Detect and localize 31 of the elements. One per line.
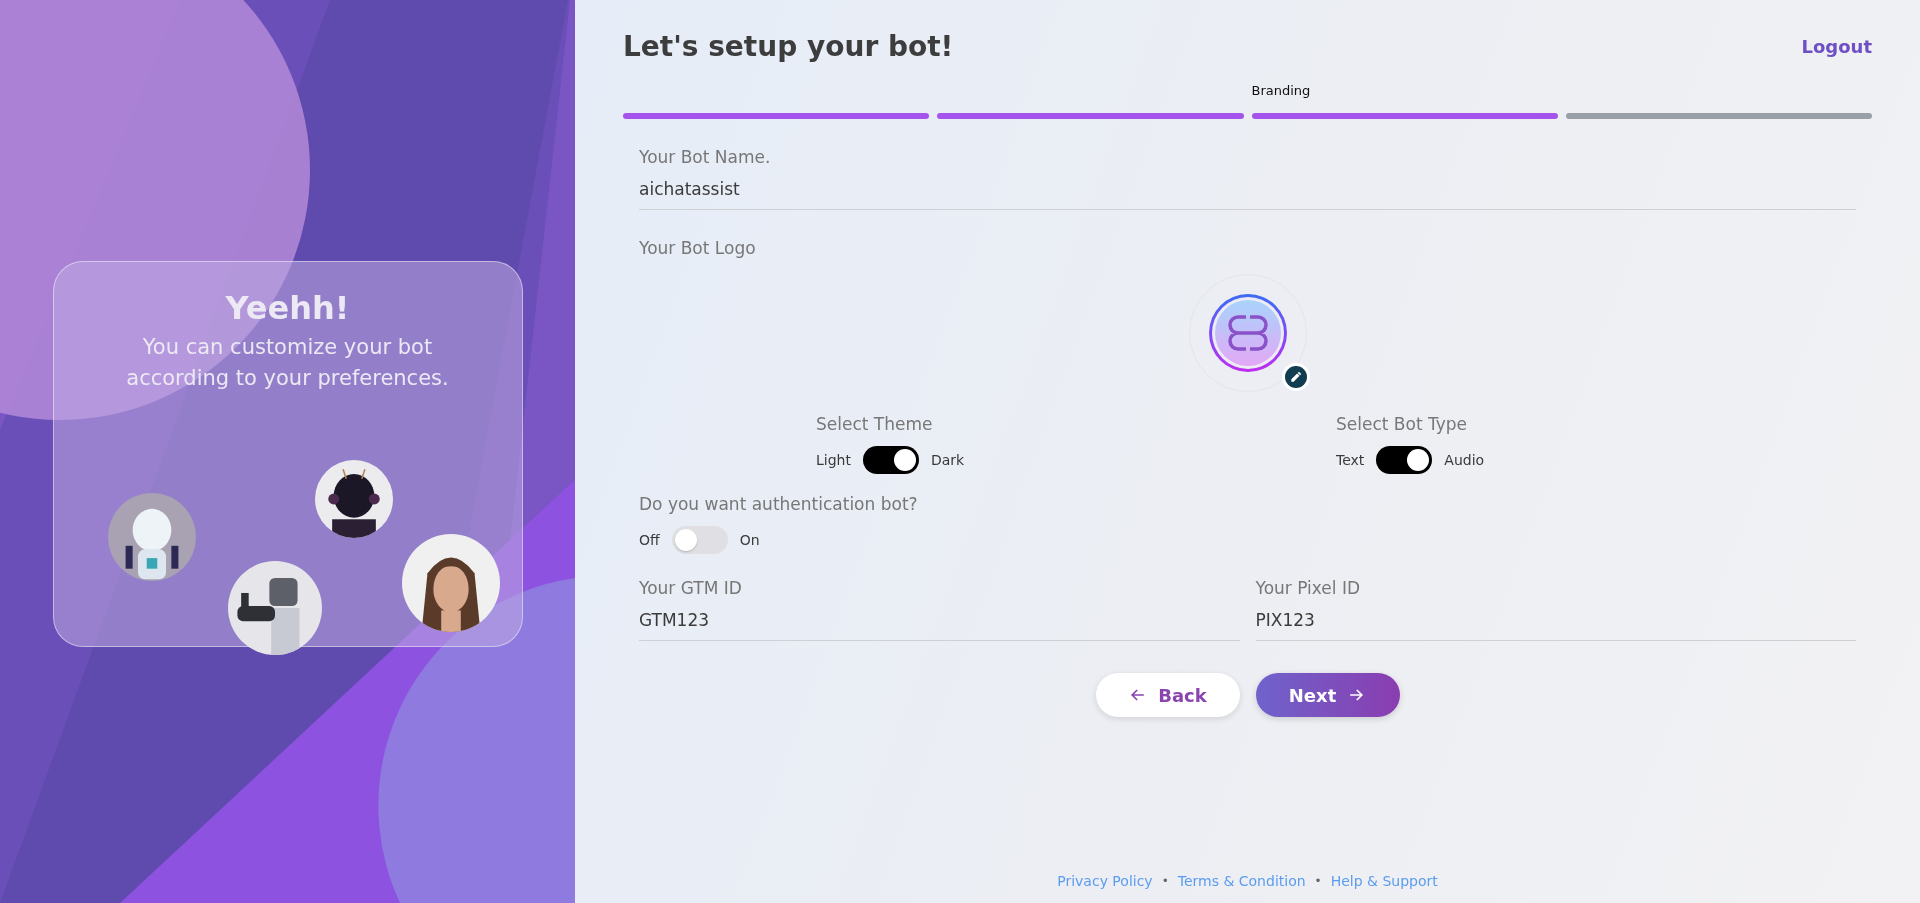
field-label: Your GTM ID (639, 578, 742, 598)
field-label: Select Theme (816, 414, 933, 434)
field-label: Your Bot Logo (639, 238, 756, 258)
toggle-label: Audio (1444, 452, 1485, 468)
pencil-icon (1288, 370, 1303, 384)
field-label: Select Bot Type (1336, 414, 1468, 434)
toggle-switch[interactable] (1376, 446, 1433, 474)
logo-icon (1207, 293, 1288, 373)
separator-dot: • (1314, 874, 1322, 888)
toggle-label: Light (816, 452, 851, 468)
field-label: Do you want authentication bot? (639, 494, 918, 514)
input-field[interactable]: PIX123 (1255, 600, 1856, 641)
logout-link[interactable]: Logout (1801, 36, 1872, 57)
edit-button[interactable] (1281, 363, 1310, 391)
toggle-label: On (739, 532, 760, 548)
input-field[interactable]: GTM123 (639, 600, 1240, 641)
card-title: Yeehh! (225, 288, 350, 328)
step-label: Branding (1251, 83, 1311, 100)
toggle-switch[interactable] (671, 526, 728, 554)
field-label: Your Pixel ID (1255, 578, 1361, 598)
card-message: You can customize your bot according to your preferences. (125, 334, 450, 392)
toggle-label: Text (1336, 452, 1365, 468)
back-button[interactable]: Back (1095, 673, 1240, 717)
page-title: Let's setup your bot! (623, 30, 954, 63)
toggle-label: Dark (930, 452, 965, 468)
toggle-label: Off (639, 532, 660, 548)
input-field[interactable]: aichatassist (639, 169, 1856, 210)
field-label: Your Bot Name. (639, 147, 771, 167)
separator-dot: • (1161, 874, 1169, 888)
next-button[interactable]: Next (1255, 673, 1400, 717)
toggle-switch[interactable] (862, 446, 919, 474)
